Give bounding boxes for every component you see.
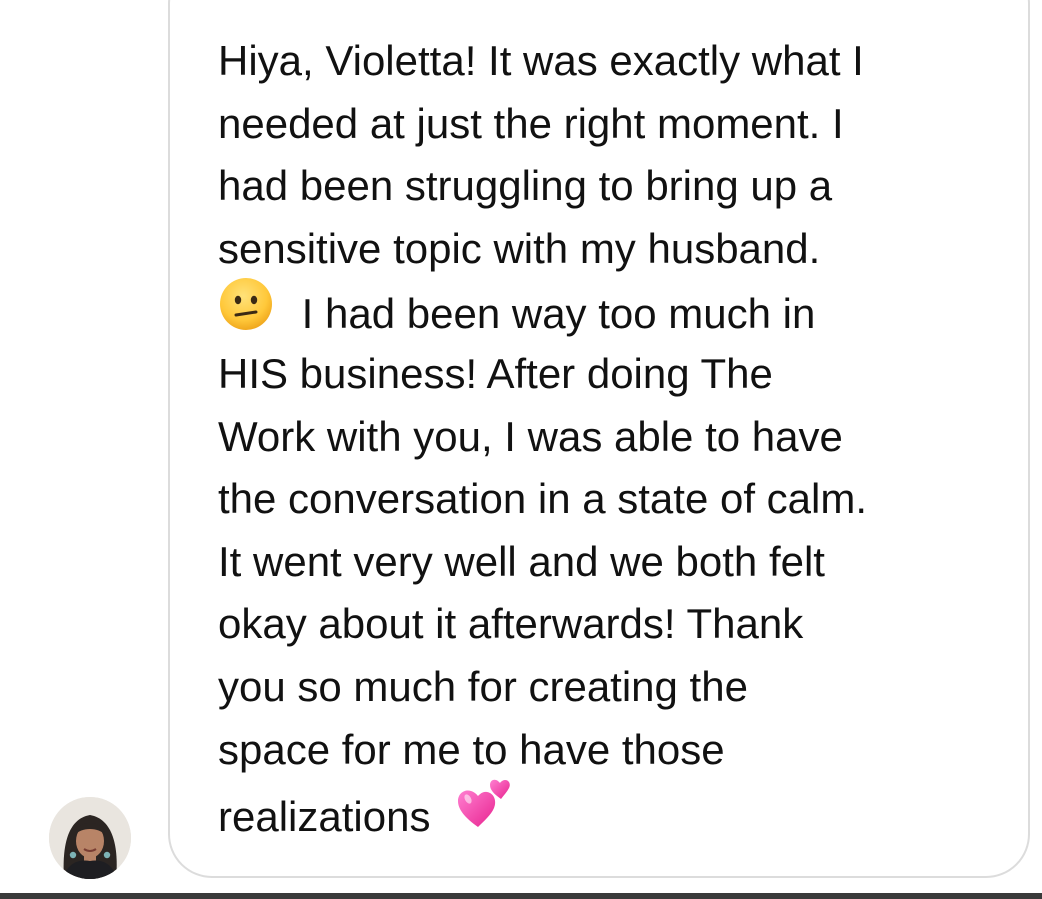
message-line: needed at just the right moment. I (218, 99, 844, 147)
message-line-text: realizations (218, 793, 431, 841)
message-line-text: I had been way too much in (301, 290, 816, 338)
message-thread: Hiya, Violetta! It was exactly what I ne… (0, 0, 1042, 899)
two-hearts-icon (456, 773, 516, 851)
message-line: Work with you, I was able to have (218, 412, 843, 460)
message-line: you so much for creating the (218, 662, 748, 710)
message-line-with-emoji: realizations (218, 779, 1018, 844)
message-line-with-emoji: I had been way too much in (218, 278, 1018, 343)
avatar-photo (49, 797, 131, 879)
message-line: HIS business! After doing The (218, 349, 773, 397)
message-line: the conversation in a state of calm. (218, 475, 868, 523)
message-line: It went very well and we both felt (218, 537, 825, 585)
confused-face-icon (218, 276, 274, 350)
message-line: space for me to have those (218, 725, 725, 773)
bottom-divider (0, 893, 1042, 899)
message-text: Hiya, Violetta! It was exactly what I ne… (218, 30, 1018, 844)
message-line: had been struggling to bring up a (218, 162, 833, 210)
message-line: sensitive topic with my husband. (218, 224, 821, 272)
message-line: Hiya, Violetta! It was exactly what I (218, 37, 864, 84)
avatar[interactable] (49, 797, 131, 879)
message-line: okay about it afterwards! Thank (218, 600, 804, 648)
